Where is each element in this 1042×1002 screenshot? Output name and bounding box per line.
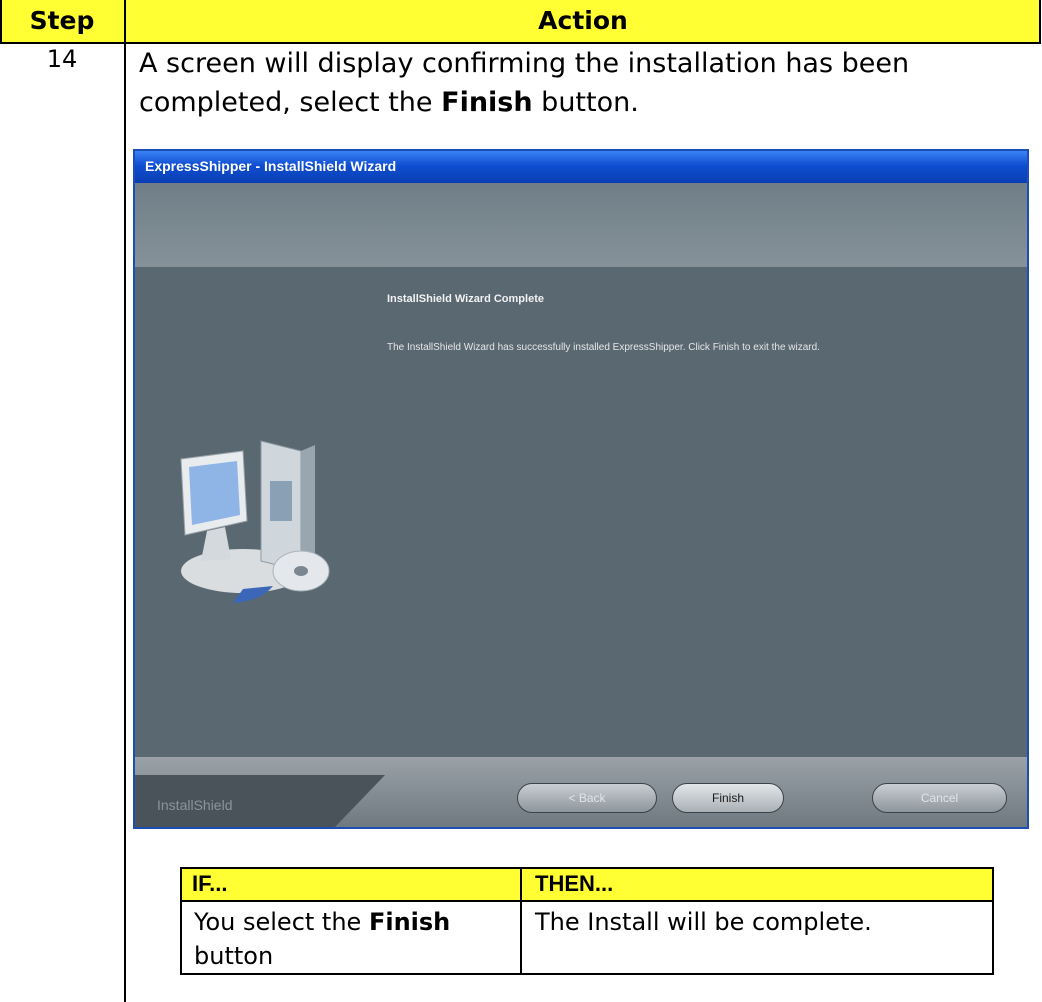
wizard-message: The InstallShield Wizard has successfull… (387, 342, 820, 353)
back-button[interactable]: < Back (517, 783, 657, 813)
column-divider (124, 0, 126, 1002)
if-table-border-left (180, 867, 182, 975)
wizard-banner (135, 183, 1027, 268)
if-then-table: IF... THEN... You select the Finish butt… (180, 867, 994, 975)
step-instruction: A screen will display confirming the ins… (139, 44, 1019, 122)
if-table-border-bottom (180, 973, 994, 975)
if-then-header-row: IF... THEN... (180, 867, 994, 900)
if-table-border-top (180, 867, 994, 869)
then-result-cell: The Install will be complete. (535, 908, 872, 936)
wizard-titlebar: ExpressShipper - InstallShield Wizard (135, 151, 1027, 183)
computer-drive-bay (270, 481, 292, 521)
monitor-screen (189, 461, 240, 525)
if-header-divider (180, 900, 994, 902)
if-condition-text-end: button (194, 942, 274, 970)
step-number: 14 (46, 45, 78, 73)
then-column-header: THEN... (535, 871, 614, 896)
installshield-wizard-window: ExpressShipper - InstallShield Wizard In… (133, 149, 1029, 829)
monitor-stand (201, 527, 231, 561)
instruction-bold-finish: Finish (441, 87, 533, 118)
finish-button[interactable]: Finish (672, 783, 784, 813)
if-column-divider (520, 867, 522, 975)
if-condition-text: You select the (194, 908, 369, 936)
table-border-right-top (1039, 0, 1041, 42)
if-table-border-right (992, 867, 994, 975)
cancel-button[interactable]: Cancel (872, 783, 1007, 813)
table-header-row: Step Action (0, 0, 1041, 42)
instruction-text-end: button. (532, 87, 639, 118)
if-column-header: IF... (192, 871, 228, 896)
if-condition-bold-finish: Finish (368, 908, 451, 936)
installshield-brand: InstallShield (157, 797, 233, 813)
wizard-footer: InstallShield < Back Finish Cancel (135, 757, 1027, 827)
wizard-heading: InstallShield Wizard Complete (387, 293, 544, 305)
cd-hole (294, 566, 308, 576)
table-border-left-top (0, 0, 2, 42)
action-column-header: Action (538, 6, 628, 35)
wizard-title: ExpressShipper - InstallShield Wizard (145, 158, 397, 174)
step-column-header: Step (29, 6, 95, 35)
computer-icon (180, 440, 330, 603)
if-condition-cell: You select the Finish button (194, 905, 514, 973)
